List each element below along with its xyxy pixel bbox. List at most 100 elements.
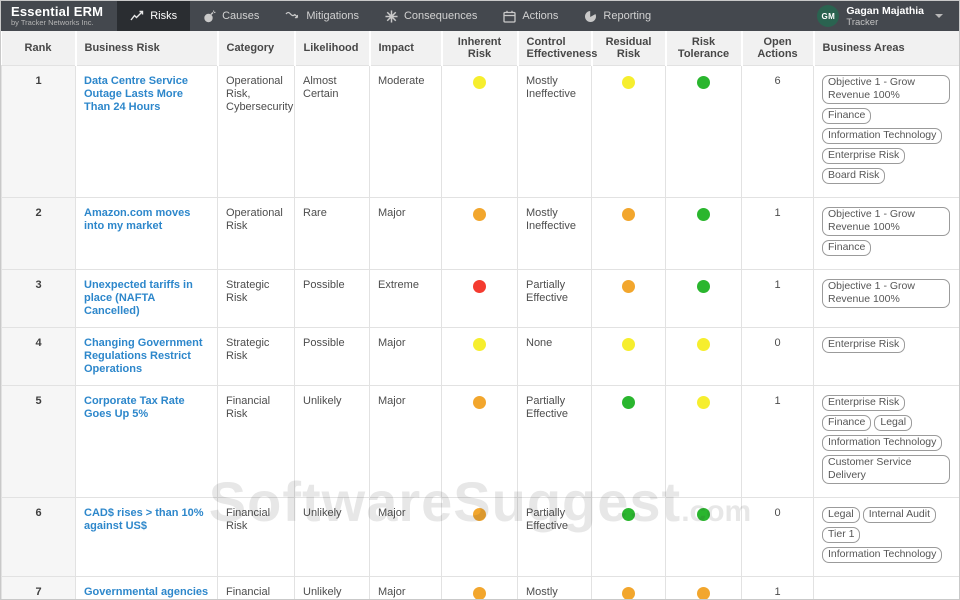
likelihood-cell: Possible bbox=[294, 326, 370, 386]
residual-risk-dot bbox=[622, 75, 635, 89]
category-cell: Strategic Risk bbox=[217, 326, 295, 386]
business-areas-cell: Enterprise Risk Finance Legal Information T… bbox=[813, 384, 959, 498]
risk-link[interactable]: Data Centre Service Outage Lasts More Th… bbox=[84, 75, 209, 114]
pie-chart-icon bbox=[584, 9, 597, 23]
column-header-business-areas: Business Areas bbox=[812, 31, 959, 65]
user-menu[interactable]: GM Gagan Majathia Tracker bbox=[809, 1, 959, 31]
business-area-tag[interactable]: Finance bbox=[822, 107, 872, 124]
risk-tolerance bbox=[665, 196, 742, 270]
likelihood-cell: Possible bbox=[294, 268, 370, 328]
business-area-tag[interactable]: Legal bbox=[822, 506, 860, 523]
risk-tolerance bbox=[665, 268, 742, 328]
likelihood-cell: Unlikely bbox=[294, 575, 370, 599]
app-subtitle: by Tracker Networks Inc. bbox=[11, 18, 94, 27]
table-row: 4 Changing Government Regulations Restric… bbox=[1, 326, 959, 386]
inherent-risk-dot bbox=[473, 75, 486, 89]
business-area-tag[interactable]: Enterprise Risk bbox=[822, 336, 906, 353]
nav-tab-reporting[interactable]: Reporting bbox=[571, 1, 664, 31]
residual-risk-dot bbox=[622, 395, 635, 409]
column-header-rank: Rank bbox=[1, 31, 76, 65]
column-header-risk-tolerance: Risk Tolerance bbox=[664, 31, 742, 65]
business-areas-cell: Legal Internal AuditTier 1 Information Tec… bbox=[813, 496, 959, 577]
rank-cell: 1 bbox=[1, 64, 76, 198]
risk-link[interactable]: Changing Government Regulations Restrict… bbox=[84, 337, 209, 376]
category-cell: Operational Risk, Cybersecurity bbox=[217, 64, 295, 198]
impact-cell: Major bbox=[369, 196, 442, 270]
impact-cell: Major bbox=[369, 384, 442, 498]
nav-tab-consequences[interactable]: Consequences bbox=[372, 1, 490, 31]
residual-risk bbox=[591, 196, 666, 270]
control-effectiveness-cell: Mostly Ineffective bbox=[517, 64, 592, 198]
business-areas-cell: Objective 1 - Grow Revenue 100% bbox=[813, 268, 959, 328]
business-area-tag[interactable]: Customer Service Delivery bbox=[822, 454, 950, 484]
column-header-likelihood: Likelihood bbox=[293, 31, 370, 65]
risk-tolerance bbox=[665, 326, 742, 386]
table-row: 1 Data Centre Service Outage Lasts More T… bbox=[1, 64, 959, 198]
risk-tolerance bbox=[665, 384, 742, 498]
inherent-risk-dot bbox=[473, 507, 486, 521]
nav-tab-label: Causes bbox=[222, 10, 260, 22]
inherent-risk bbox=[441, 384, 518, 498]
residual-risk-dot bbox=[622, 507, 635, 521]
business-area-tag[interactable]: Objective 1 - Grow Revenue 100% bbox=[822, 206, 950, 236]
residual-risk-dot bbox=[622, 337, 635, 351]
inherent-risk bbox=[441, 496, 518, 577]
avatar: GM bbox=[817, 5, 840, 27]
residual-risk-dot bbox=[622, 279, 635, 293]
business-area-tag[interactable]: Information Technology bbox=[822, 546, 943, 563]
residual-risk bbox=[591, 64, 666, 198]
risk-tolerance bbox=[665, 575, 742, 599]
business-areas-cell bbox=[813, 575, 959, 599]
business-area-tag[interactable]: Information Technology bbox=[822, 434, 943, 451]
business-risk-cell: Corporate Tax Rate Goes Up 5% bbox=[75, 384, 218, 498]
business-risk-cell: Governmental agencies may modify, curtai… bbox=[75, 575, 218, 600]
table-row: 6 CAD$ rises > than 10% against US$ Financ… bbox=[1, 496, 959, 577]
business-area-tag[interactable]: Objective 1 - Grow Revenue 100% bbox=[822, 74, 950, 104]
impact-cell: Major bbox=[369, 575, 442, 599]
table-row: 5 Corporate Tax Rate Goes Up 5% Financial … bbox=[1, 384, 959, 498]
risk-link[interactable]: Governmental agencies may modify, curtai… bbox=[84, 586, 209, 600]
residual-risk bbox=[591, 268, 666, 328]
category-cell: Financial Risk bbox=[217, 496, 295, 577]
inherent-risk bbox=[441, 326, 518, 386]
main-nav: Risks Causes Mitigations Consequences Ac… bbox=[117, 1, 809, 31]
open-actions-cell: 6 bbox=[741, 64, 814, 198]
column-header-control-effectiveness: Control Effectiveness bbox=[516, 31, 597, 65]
business-area-tag[interactable]: Objective 1 - Grow Revenue 100% bbox=[822, 278, 950, 308]
nav-tab-mitigations[interactable]: Mitigations bbox=[272, 1, 372, 31]
rank-cell: 3 bbox=[1, 268, 76, 328]
nav-tab-causes[interactable]: Causes bbox=[190, 1, 272, 31]
rank-cell: 5 bbox=[1, 384, 76, 498]
business-area-tag[interactable]: Finance bbox=[822, 239, 872, 256]
business-area-tag[interactable]: Legal bbox=[874, 414, 913, 431]
column-header-residual-risk: Residual Risk bbox=[590, 31, 666, 65]
risk-link[interactable]: Unexpected tariffs in place (NAFTA Cance… bbox=[84, 279, 209, 318]
nav-tab-actions[interactable]: Actions bbox=[490, 1, 571, 31]
category-cell: Financial Risk bbox=[217, 384, 295, 498]
business-area-tag[interactable]: Enterprise Risk bbox=[822, 147, 906, 164]
calendar-icon bbox=[503, 10, 516, 23]
nav-tab-label: Actions bbox=[522, 10, 559, 22]
risk-tolerance-dot bbox=[697, 279, 710, 293]
risk-link[interactable]: CAD$ rises > than 10% against US$ bbox=[84, 507, 209, 533]
business-area-tag[interactable]: Internal Audit bbox=[862, 506, 936, 523]
nav-tab-risks[interactable]: Risks bbox=[117, 1, 191, 31]
burst-icon bbox=[385, 9, 398, 23]
business-area-tag[interactable]: Enterprise Risk bbox=[822, 394, 906, 411]
risk-link[interactable]: Amazon.com moves into my market bbox=[84, 207, 209, 233]
column-header-open-actions: Open Actions bbox=[740, 31, 814, 65]
open-actions-cell: 0 bbox=[741, 496, 814, 577]
residual-risk-dot bbox=[622, 207, 635, 221]
business-area-tag[interactable]: Information Technology bbox=[822, 127, 943, 144]
business-area-tag[interactable]: Board Risk bbox=[822, 167, 886, 184]
residual-risk bbox=[591, 496, 666, 577]
risk-tolerance-dot bbox=[697, 586, 710, 599]
residual-risk-dot bbox=[622, 586, 635, 599]
risk-tolerance bbox=[665, 496, 742, 577]
business-area-tag[interactable]: Finance bbox=[822, 414, 872, 431]
rank-cell: 2 bbox=[1, 196, 76, 270]
risk-link[interactable]: Corporate Tax Rate Goes Up 5% bbox=[84, 395, 209, 421]
control-effectiveness-cell: Partially Effective bbox=[517, 268, 592, 328]
category-cell: Financial Risk bbox=[217, 575, 295, 599]
business-area-tag[interactable]: Tier 1 bbox=[822, 526, 861, 543]
